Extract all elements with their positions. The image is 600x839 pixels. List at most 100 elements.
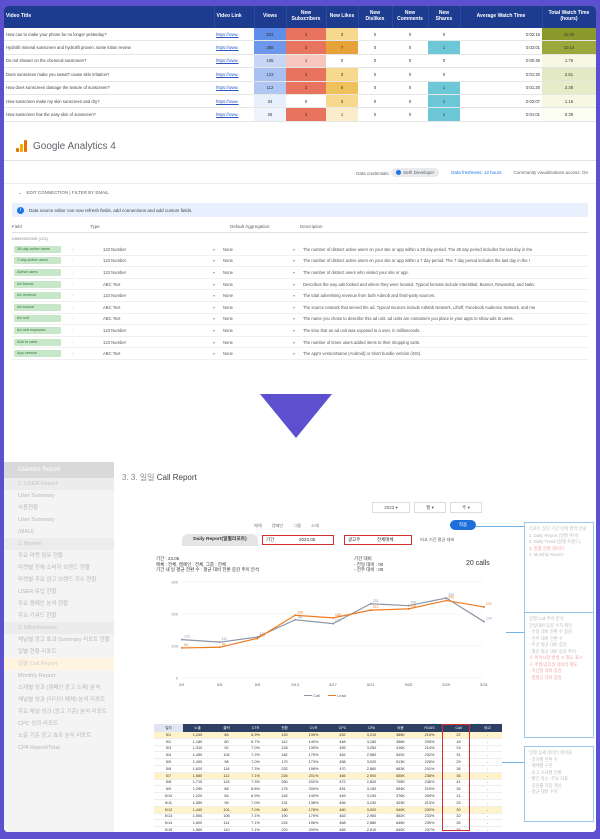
field-aggregation[interactable]: None [223, 328, 293, 333]
field-name-chip[interactable]: 7-day active users [14, 257, 61, 265]
col-agg-header[interactable]: Default Aggregation [230, 224, 300, 229]
sheet-cell-total[interactable]: 11.00 [542, 28, 596, 42]
field-row[interactable]: 7-day active users ⋮ 123 Number ▾ None ▾ The n… [12, 256, 588, 268]
filter-creative[interactable]: 소재 [311, 523, 319, 529]
sheet-cell-dislikes[interactable]: 0 [358, 94, 392, 109]
data-point[interactable] [369, 609, 372, 612]
sidebar-item[interactable]: 마켓별 주요 광고 브랜드 지수 현황 [4, 574, 114, 586]
field-name-chip[interactable]: Add to carts [14, 338, 61, 346]
data-table-col-header[interactable]: ROAS [415, 724, 444, 732]
sheet-col-header[interactable]: New Dislikes [358, 6, 393, 28]
field-name-chip[interactable]: Active users [14, 268, 61, 276]
sheet-col-header[interactable]: New Shares [428, 6, 461, 28]
more-icon[interactable]: ⋮ [71, 328, 79, 333]
sidebar-item[interactable]: 채널별 광고 효과 Summary 리포트 현황 [4, 634, 114, 646]
data-table-col-header[interactable]: 비용 [386, 724, 415, 732]
sheet-cell-likes[interactable]: 3 [326, 67, 358, 82]
data-point[interactable] [445, 597, 448, 599]
sheet-cell-link[interactable]: https://www. [214, 40, 254, 55]
sheet-row[interactable]: How sunscreen make my skin sunscreen and… [4, 94, 596, 109]
more-icon[interactable]: ⋮ [71, 316, 79, 321]
chevron-down-icon[interactable]: ▾ [293, 351, 303, 356]
sheet-row[interactable]: Hydrofit mineral sunscreen and hydrolift… [4, 40, 596, 55]
chevron-down-icon[interactable]: ▾ [213, 305, 223, 310]
sheet-cell-shares[interactable]: 0 [428, 67, 460, 82]
data-point[interactable] [483, 620, 485, 623]
sheet-cell-views[interactable]: 34 [254, 94, 286, 109]
field-aggregation[interactable]: None [223, 305, 293, 310]
sheet-cell-avg[interactable]: 0:02:07 [460, 94, 542, 109]
sheet-cell-comments[interactable]: 0 [392, 107, 428, 122]
data-point[interactable] [407, 604, 410, 607]
sheet-cell-link[interactable]: https://www. [214, 67, 254, 82]
sheet-cell-comments[interactable]: 0 [392, 54, 428, 69]
data-point[interactable] [294, 618, 297, 621]
field-row[interactable]: Ad revenue ⋮ 123 Number ▾ None ▾ The total adv… [12, 290, 588, 302]
more-icon[interactable]: ⋮ [71, 351, 79, 356]
sidebar-item[interactable]: 주요 키워드 현황 [4, 610, 114, 622]
data-table-col-header[interactable]: 클릭 [212, 724, 241, 732]
sidebar-item[interactable]: 주요 마켓 점유 현황 [4, 550, 114, 562]
month-dropdown[interactable]: 월 ▾ [414, 502, 446, 513]
data-point[interactable] [218, 646, 221, 649]
sheet-cell-shares[interactable]: 1 [428, 40, 460, 55]
field-aggregation[interactable]: None [223, 270, 293, 275]
field-row[interactable]: 28-day active users ⋮ 123 Number ▾ None ▾ The … [12, 244, 588, 256]
chevron-down-icon[interactable]: ▾ [213, 258, 223, 263]
sheet-cell-likes[interactable]: 1 [326, 107, 358, 122]
sidebar-item[interactable]: USER 유입 현황 [4, 586, 114, 598]
field-aggregation[interactable]: None [223, 247, 293, 252]
tab-daily-report[interactable]: Daily Report(일별리포트) [182, 534, 258, 546]
community-access[interactable]: Community visualizations access: On [513, 170, 588, 175]
data-table-col-header[interactable]: 비고 [473, 724, 502, 732]
sheet-cell-shares[interactable]: 1 [428, 107, 460, 122]
sidebar-item[interactable]: 노출 기준 광고 효과 분석 리포트 [4, 730, 114, 742]
sidebar-item[interactable]: 사용현황 [4, 502, 114, 514]
field-aggregation[interactable]: None [223, 340, 293, 345]
sheet-cell-total[interactable]: 0.39 [542, 107, 596, 122]
sheet-cell-shares[interactable]: 0 [428, 54, 460, 69]
sheet-row[interactable]: How sunscreen has the easy skin of sunsc… [4, 107, 596, 122]
chevron-down-icon[interactable]: ▾ [213, 351, 223, 356]
sidebar-item[interactable]: 주요 채널 성과 (광고 기준) 분석 리포트 [4, 706, 114, 718]
sheet-cell-link[interactable]: https://www. [214, 54, 254, 69]
year-dropdown[interactable]: 2023 ▾ [372, 502, 410, 513]
chevron-down-icon[interactable]: ▾ [293, 293, 303, 298]
field-name-chip[interactable]: App version [14, 350, 61, 358]
sheet-col-header[interactable]: New Comments [392, 6, 429, 28]
chevron-down-icon[interactable]: ▾ [293, 247, 303, 252]
field-type[interactable]: ABC Text [103, 316, 213, 321]
sidebar-item[interactable]: 소재별 성과 (캠페인 광고 소재) 분석 [4, 682, 114, 694]
sheet-cell-comments[interactable]: 0 [392, 28, 428, 42]
sheet-cell-title[interactable]: Hydrofit mineral sunscreen and hydrolift… [4, 40, 214, 55]
data-point[interactable] [332, 616, 334, 619]
more-icon[interactable]: ⋮ [71, 340, 79, 345]
chevron-down-icon[interactable]: ▾ [213, 270, 223, 275]
data-table-col-header[interactable]: CPA [357, 724, 386, 732]
sidebar-item[interactable]: 채널별 성과 (미디어 매체) 분석 리포트 [4, 694, 114, 706]
field-row[interactable]: Ad format ⋮ ABC Text ▾ None ▾ Describes the wa… [12, 279, 588, 291]
sheet-cell-total[interactable]: 2.38 [542, 81, 596, 95]
sidebar-item[interactable]: User Summary [4, 490, 114, 502]
sheet-cell-subs[interactable]: 3 [286, 81, 326, 95]
sheet-cell-title[interactable]: Do not shower on the chemical sunscreen? [4, 54, 214, 69]
sheet-cell-views[interactable]: 388 [254, 40, 286, 55]
apply-button[interactable]: 적용 [450, 520, 476, 530]
more-icon[interactable]: ⋮ [71, 270, 79, 275]
field-row[interactable]: Ad unit ⋮ ABC Text ▾ None ▾ The name you chose… [12, 314, 588, 326]
data-point[interactable] [483, 605, 485, 608]
sheet-row[interactable]: Do not shower on the chemical sunscreen?… [4, 54, 596, 69]
sheet-cell-avg[interactable]: 0:01:01 [460, 107, 542, 122]
chevron-down-icon[interactable]: ▾ [293, 316, 303, 321]
sheet-cell-total[interactable]: 1.16 [542, 94, 596, 109]
field-type[interactable]: 123 Number [103, 258, 213, 263]
sidebar-item[interactable]: 주요 캠페인 분석 현황 [4, 598, 114, 610]
chevron-down-icon[interactable]: ▾ [293, 305, 303, 310]
sheet-cell-avg[interactable]: 0:02:16 [460, 28, 542, 42]
chevron-down-icon[interactable]: ▾ [213, 316, 223, 321]
sheet-cell-comments[interactable]: 0 [392, 67, 428, 82]
sheet-row[interactable]: How does sunscreen damage the texture of… [4, 81, 596, 95]
data-point[interactable] [218, 641, 221, 644]
sheet-cell-views[interactable]: 123 [254, 67, 286, 82]
data-point[interactable] [181, 638, 183, 641]
